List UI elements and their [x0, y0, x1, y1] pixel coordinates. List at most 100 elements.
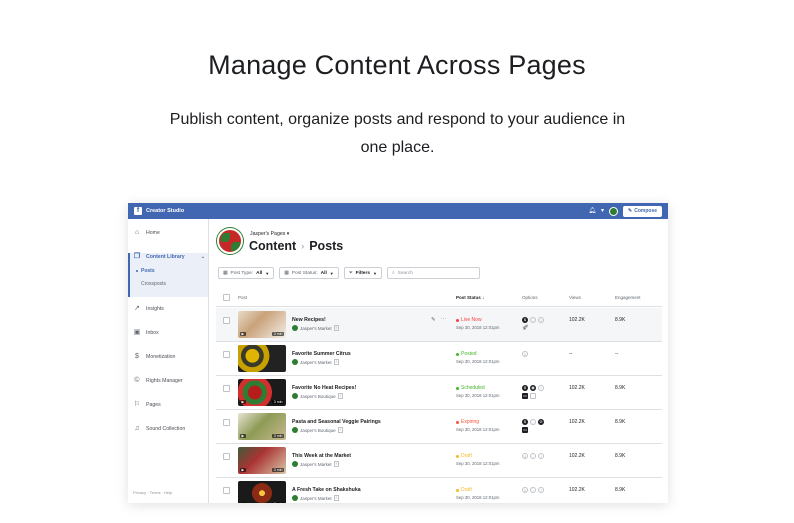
select-all-checkbox[interactable]	[223, 294, 230, 301]
sidebar-item-inbox[interactable]: ▣ Inbox	[133, 327, 205, 339]
post-thumbnail[interactable]: ▶ 3 min	[238, 413, 286, 440]
page-avatar-icon	[292, 427, 298, 433]
sidebar-item-pages[interactable]: ⚐ Pages	[133, 399, 205, 411]
more-icon[interactable]: ⋯	[441, 317, 447, 323]
column-options: Options	[522, 295, 538, 300]
page-name: Jasper's Market	[300, 495, 332, 501]
pages-selector[interactable]: Jasper's Pages ▾	[250, 231, 289, 237]
sidebar-item-monetization[interactable]: $ Monetization	[133, 351, 205, 363]
table-row[interactable]: Favorite Summer Citrus Jasper's Market f…	[216, 342, 662, 376]
breadcrumb-content[interactable]: Content	[249, 239, 296, 253]
row-checkbox[interactable]	[223, 453, 230, 460]
duration-badge: 3 min	[272, 502, 284, 503]
sidebar-item-content-library[interactable]: ❐ Content Library ⌄	[133, 251, 205, 263]
post-page: Jasper's Market f	[292, 359, 339, 365]
option-icon[interactable]: ⊘	[538, 419, 544, 425]
table-row[interactable]: ▶ 3 min Favorite No Heat Recipes! Jasper'…	[216, 376, 662, 410]
post-thumbnail[interactable]	[238, 345, 286, 372]
option-icon[interactable]: $	[522, 317, 528, 323]
post-title[interactable]: Pasta and Seasonal Veggie Pairings	[292, 419, 381, 425]
option-icon[interactable]: ◌	[530, 393, 536, 399]
sidebar-item-insights[interactable]: ↗ Insights	[133, 303, 205, 315]
post-thumbnail[interactable]: ▶ 3 min	[238, 311, 286, 338]
sidebar-item-home[interactable]: ⌂ Home	[133, 227, 205, 239]
post-title[interactable]: New Recipes!	[292, 317, 326, 323]
post-thumbnail[interactable]: ▶ 3 min	[238, 481, 286, 503]
post-status-filter[interactable]: ▦ Post Status: All ▼	[279, 267, 339, 279]
post-thumbnail[interactable]: ▶ 3 min	[238, 447, 286, 474]
engagement-value: 8.9K	[615, 419, 626, 425]
main-content: Jasper's Pages ▾ Content › Posts ▦ Post …	[210, 219, 668, 503]
post-date: Sep 30, 2018 12:01pm	[456, 427, 500, 432]
post-thumbnail[interactable]: ▶ 3 min	[238, 379, 286, 406]
chevron-down-icon[interactable]: ⌄	[201, 254, 205, 260]
search-input[interactable]: ⌕ Search	[386, 267, 480, 279]
option-icon[interactable]: ▭	[522, 393, 528, 399]
hero-title: Manage Content Across Pages	[208, 50, 586, 80]
column-status[interactable]: Post Status ↓	[456, 295, 484, 300]
table-row[interactable]: ▶ 3 min Pasta and Seasonal Veggie Pairing…	[216, 410, 662, 444]
row-checkbox[interactable]	[223, 385, 230, 392]
option-icon[interactable]: $	[522, 487, 528, 493]
views-value: 102.2K	[569, 453, 585, 459]
post-title[interactable]: A Fresh Take on Shakshuka	[292, 487, 361, 493]
video-icon: ▶	[240, 400, 246, 404]
option-icon[interactable]: ◌	[530, 419, 536, 425]
option-icon[interactable]: ▭	[522, 427, 528, 433]
column-views[interactable]: Views	[569, 295, 581, 300]
edit-icon[interactable]: ✎	[431, 317, 436, 323]
row-checkbox[interactable]	[223, 487, 230, 494]
option-icon[interactable]: $	[522, 385, 528, 391]
row-checkbox[interactable]	[223, 419, 230, 426]
option-icon[interactable]: $	[522, 351, 528, 357]
post-page: Jasper's Market f	[292, 461, 339, 467]
page-avatar[interactable]	[217, 228, 243, 254]
column-engagement[interactable]: Engagement	[615, 295, 641, 300]
facebook-logo-icon[interactable]: f	[134, 207, 142, 215]
views-value: 102.2K	[569, 487, 585, 493]
post-title[interactable]: Favorite Summer Citrus	[292, 351, 351, 357]
post-title[interactable]: Favorite No Heat Recipes!	[292, 385, 356, 391]
option-icon[interactable]: ?	[538, 385, 544, 391]
flag-icon: ⚐	[133, 401, 141, 408]
option-icon[interactable]: $	[522, 419, 528, 425]
footer-links[interactable]: Privacy · Terms · Help	[133, 490, 172, 495]
sidebar-subitem-posts[interactable]: Posts	[141, 268, 155, 274]
option-icon[interactable]: ◌	[530, 487, 536, 493]
status-label: Draft	[461, 453, 472, 459]
filter-value: All	[320, 270, 327, 276]
compose-button[interactable]: ✎ Compose	[623, 205, 662, 217]
option-icon[interactable]: ◌	[530, 453, 536, 459]
boost-icon[interactable]: 🚀︎	[522, 325, 528, 331]
filter-label: Post Type:	[230, 270, 254, 276]
caret-down-icon[interactable]: ▾	[601, 205, 604, 217]
row-checkbox[interactable]	[223, 317, 230, 324]
post-type-icon: f	[337, 393, 343, 399]
sidebar-subitem-crossposts[interactable]: Crossposts	[141, 281, 166, 287]
views-value: 102.2K	[569, 419, 585, 425]
post-title[interactable]: This Week at the Market	[292, 453, 351, 459]
option-icon[interactable]: ?	[538, 453, 544, 459]
bell-icon[interactable]: 🔔︎	[588, 205, 596, 217]
table-row[interactable]: ▶ 3 min This Week at the Market Jasper's …	[216, 444, 662, 478]
option-icon[interactable]: ◉	[530, 385, 536, 391]
sidebar-item-rights-manager[interactable]: © Rights Manager	[133, 375, 205, 387]
status-badge: Scheduled	[456, 385, 485, 391]
filters-button[interactable]: ⏷ Filters ▼	[343, 267, 382, 279]
column-post[interactable]: Post	[238, 295, 247, 300]
post-page: Jasper's Market f	[292, 495, 339, 501]
table-row[interactable]: ▶ 3 min New Recipes! Jasper's Market f ✎ ⋯…	[216, 308, 662, 342]
option-icon[interactable]: ?	[538, 317, 544, 323]
sidebar-item-sound-collection[interactable]: ♫ Sound Collection	[133, 423, 205, 435]
table-row[interactable]: ▶ 3 min A Fresh Take on Shakshuka Jasper'…	[216, 478, 662, 503]
sidebar-item-label: Content Library	[146, 254, 185, 260]
post-type-filter[interactable]: ▦ Post Type: All ▼	[218, 267, 275, 279]
avatar[interactable]	[609, 206, 619, 216]
page-name: Jasper's Market	[300, 325, 332, 331]
option-icon[interactable]: ?	[538, 487, 544, 493]
home-icon: ⌂	[134, 229, 140, 236]
option-icon[interactable]: ◌	[530, 317, 536, 323]
row-checkbox[interactable]	[223, 351, 230, 358]
page-avatar-icon	[292, 461, 298, 467]
option-icon[interactable]: $	[522, 453, 528, 459]
